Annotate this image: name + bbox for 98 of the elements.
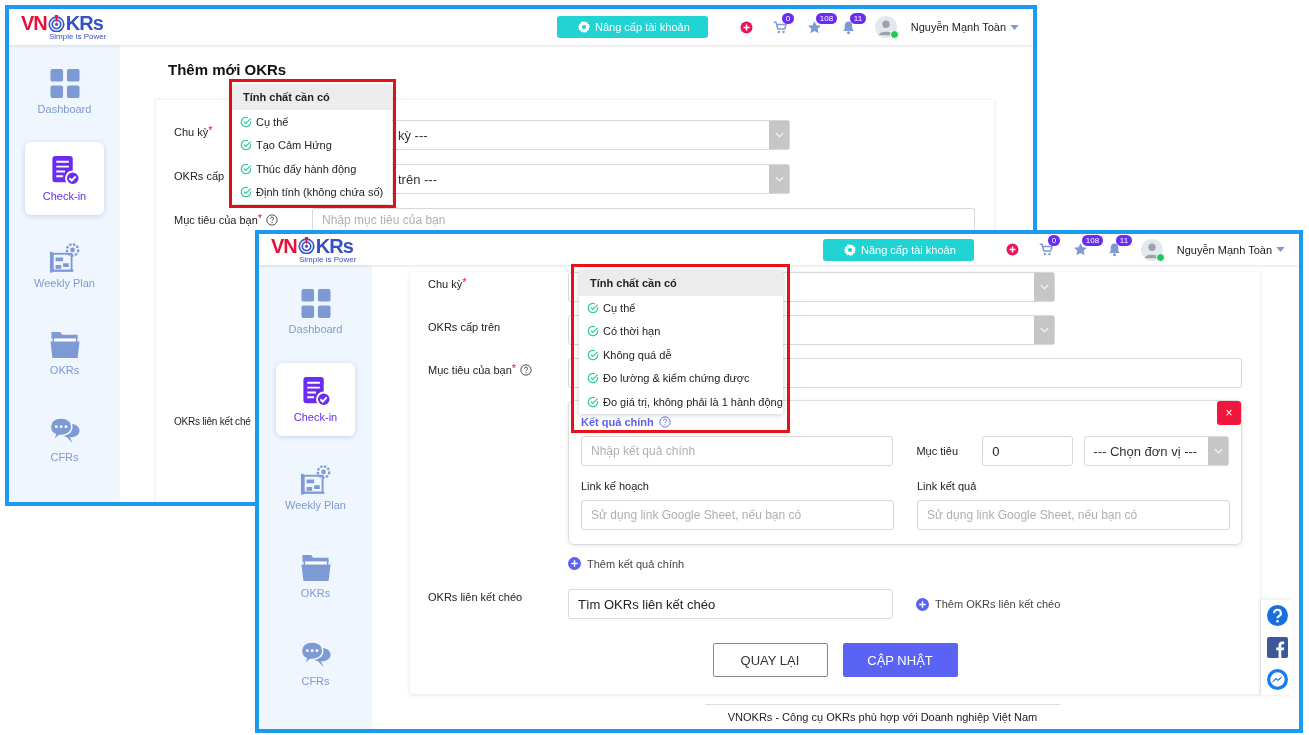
check-circle-icon (587, 348, 599, 361)
bell-icon[interactable] (840, 19, 856, 35)
help-icon[interactable] (520, 364, 533, 376)
field-label: Mục tiêu (916, 445, 959, 457)
tooltip-item: Định tính (không chứa số) (256, 186, 384, 199)
search-field[interactable]: Tìm OKRs liên kết chéo (568, 589, 893, 619)
chevron-icon (774, 176, 784, 182)
cart-icon[interactable] (1038, 242, 1054, 257)
help-icon[interactable] (658, 416, 671, 428)
check-circle-icon (587, 325, 599, 338)
input-field[interactable]: Nhập kết quả chính (581, 436, 894, 466)
avatar[interactable] (1140, 238, 1163, 261)
user-menu[interactable]: Nguyễn Mạnh Toàn (1176, 243, 1285, 256)
count-badge: 11 (849, 12, 867, 24)
number-field[interactable]: 0 (982, 436, 1074, 466)
target-icon (297, 237, 315, 254)
tooltip-title: Tính chất cần có (232, 85, 392, 110)
user-menu[interactable]: Nguyễn Mạnh Toàn (910, 21, 1019, 33)
check-circle-icon (240, 186, 252, 199)
field-label: OKRs liên kết ché (174, 416, 251, 427)
dropdown[interactable]: --- Chọn đơn vị --- (1084, 436, 1229, 466)
field-label: Link kết quả (917, 480, 978, 492)
back-button[interactable]: QUAY LẠI (712, 643, 828, 677)
plus-icon (568, 557, 581, 570)
field-label: Chu kỳ* (428, 278, 467, 290)
add-icon[interactable] (1004, 242, 1020, 257)
add-icon[interactable] (738, 19, 754, 35)
dropdown[interactable]: trên --- (390, 164, 790, 194)
chevron-icon (1039, 327, 1049, 333)
section-title: Kết quả chính (581, 416, 654, 428)
check-circle-icon (587, 372, 599, 385)
update-button[interactable]: CẬP NHẬT (842, 643, 958, 677)
tooltip-item: Cụ thể (256, 115, 289, 128)
tooltip-title: Tính chất cần có (579, 270, 783, 296)
caret-icon (1276, 247, 1285, 252)
plus-icon (916, 597, 929, 611)
add-cross-link[interactable]: Thêm OKRs liên kết chéo (916, 597, 1061, 611)
count-badge: 11 (1115, 235, 1133, 246)
messenger-icon[interactable] (1266, 668, 1288, 690)
check-circle-icon (240, 139, 252, 152)
logo-text: VN (21, 13, 47, 33)
check-circle-icon (240, 162, 252, 175)
sidebar-item[interactable]: Check-in (25, 142, 104, 215)
gear-icon (577, 20, 591, 34)
count-badge: 108 (815, 12, 838, 24)
field-label: Chu kỳ* (174, 126, 213, 138)
grid-icon (48, 68, 81, 99)
caret-icon (1010, 24, 1019, 30)
tooltip-item: Đo lường & kiểm chứng được (603, 372, 750, 385)
field-label: Mục tiêu của bạn* (174, 214, 263, 226)
tooltip-item: Tạo Cảm Hứng (256, 139, 332, 152)
target-icon (47, 14, 65, 32)
input-field[interactable]: Sử dụng link Google Sheet, nếu bạn có (581, 500, 894, 530)
plan-board-icon (299, 463, 332, 495)
input-field[interactable]: Nhập mục tiêu của bạn (312, 208, 975, 230)
field-label: OKRs liên kết chéo (428, 591, 523, 603)
plan-board-icon (48, 242, 81, 273)
tagline: Simple is Power (299, 255, 357, 264)
avatar[interactable] (874, 16, 897, 38)
count-badge: 0 (1047, 235, 1061, 246)
dropdown[interactable]: kỳ --- (390, 120, 790, 150)
check-circle-icon (240, 115, 252, 128)
input-field[interactable]: Sử dụng link Google Sheet, nếu bạn có (917, 500, 1230, 530)
remove-button[interactable]: × (1217, 401, 1241, 425)
logo-text: KRs (65, 13, 103, 33)
tooltip-item: Đo giá trị, không phải là 1 hành động (603, 395, 783, 408)
tooltip-item: Thúc đẩy hành động (256, 162, 357, 175)
bell-icon[interactable] (1106, 242, 1122, 257)
cart-icon[interactable] (772, 19, 788, 35)
folder-icon (48, 329, 81, 360)
help-icon[interactable] (1266, 605, 1288, 627)
gear-icon (843, 242, 857, 257)
field-label: OKRs cấp (174, 170, 225, 182)
logo-text: KRs (315, 235, 353, 256)
add-key-result-link[interactable]: Thêm kết quả chính (568, 557, 685, 570)
tooltip-item: Có thời hạn (603, 325, 661, 338)
chevron-icon (1039, 284, 1049, 290)
grid-icon (299, 287, 332, 319)
help-icon[interactable] (266, 214, 279, 226)
star-icon[interactable] (806, 19, 822, 35)
check-circle-icon (587, 301, 599, 314)
field-label: Mục tiêu của bạn* (428, 364, 517, 376)
count-badge: 0 (781, 12, 795, 24)
footer-text: VNOKRs - Công cụ OKRs phù hợp với Doanh nghiệp Việt Nam (705, 704, 1060, 723)
tagline: Simple is Power (49, 33, 107, 41)
star-icon[interactable] (1072, 242, 1088, 257)
chevron-icon (774, 132, 784, 138)
tooltip-item: Không quá dễ (603, 348, 672, 361)
page-title: Thêm mới OKRs (168, 61, 288, 78)
count-badge: 108 (1081, 235, 1104, 246)
sidebar-item[interactable]: Check-in (276, 362, 355, 436)
logo-text: VN (271, 235, 297, 256)
field-label: Link kế hoạch (581, 480, 650, 492)
check-circle-icon (587, 395, 599, 408)
field-label: OKRs cấp trên (428, 321, 501, 333)
chevron-icon (1213, 448, 1223, 454)
facebook-icon[interactable] (1266, 637, 1288, 658)
tooltip-item: Cụ thể (603, 301, 636, 314)
